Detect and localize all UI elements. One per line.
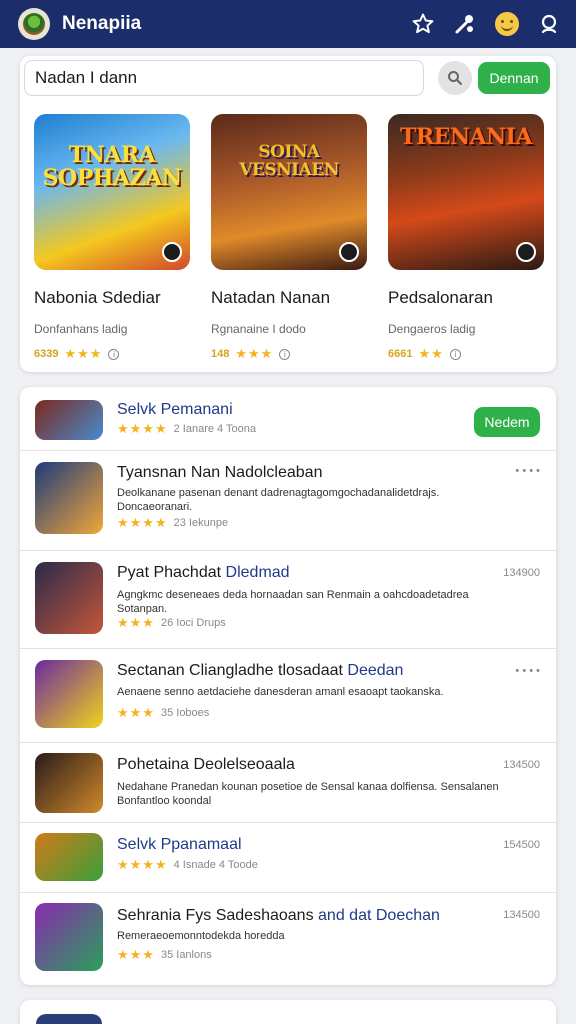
game-subtitle: Dengaeros ladig [388, 322, 476, 336]
list-item[interactable]: Selvk Ppanamaal ★★★★ 4 Isnade 4 Toode 154… [20, 823, 556, 893]
more-options-icon[interactable]: • • • • [515, 665, 540, 677]
featured-card: Dennan TNARA SOPHAZAN Nabonia Sdediar Do… [20, 56, 556, 372]
game-icon[interactable] [35, 562, 103, 634]
game-rating: ★★★ 35 Ioboes [117, 705, 210, 720]
game-icon[interactable] [35, 753, 103, 813]
list-item[interactable]: Sectanan Cliangladhe tlosadaat Deedan Ae… [20, 649, 556, 743]
game-icon[interactable] [35, 462, 103, 534]
game-icon[interactable] [35, 400, 103, 440]
game-rating: ★★★★ 4 Isnade 4 Toode [117, 857, 258, 872]
list-item[interactable]: Selvk Pemanani ★★★★ 2 Ianare 4 Toona Nede… [20, 387, 556, 451]
game-title: Pyat Phachdat Dledmad [117, 564, 290, 581]
play-badge-icon [516, 242, 536, 262]
game-subtitle: Donfanhans ladig [34, 322, 128, 336]
search-row: Dennan [24, 60, 550, 96]
download-count: 134500 [503, 759, 540, 771]
game-title: Tyansnan Nan Nadolcleaban [117, 464, 323, 481]
info-icon: i [108, 348, 120, 360]
game-icon[interactable] [35, 660, 103, 728]
play-badge-icon [162, 242, 182, 262]
search-button[interactable] [438, 61, 472, 95]
game-name: Nabonia Sdediar [34, 288, 161, 307]
star-rating: ★★★ [235, 346, 274, 361]
game-title: Selvk Pemanani [117, 401, 233, 418]
search-icon [448, 71, 462, 85]
download-count: 134500 [503, 909, 540, 921]
list-item[interactable]: Pyat Phachdat Dledmad Agngkmc deseneaes … [20, 551, 556, 649]
list-item[interactable]: Sehrania Fys Sadeshaoans and dat Doechan… [20, 893, 556, 985]
game-name: Pedsalonaran [388, 288, 493, 307]
app-logo[interactable] [18, 8, 50, 40]
game-name: Natadan Nanan [211, 288, 331, 307]
game-cover-image[interactable]: SOINA VESNIAEN [211, 114, 367, 270]
search-input[interactable] [24, 60, 424, 96]
game-description: Remeraeoemonntodekda horedda [117, 930, 285, 942]
download-count: 154500 [503, 839, 540, 851]
game-description: Deolkanane pasenan denant dadrenagtagomg… [117, 487, 440, 513]
game-cover-image[interactable]: TNARA SOPHAZAN [34, 114, 190, 270]
game-list: Selvk Pemanani ★★★★ 2 Ianare 4 Toona Nede… [20, 387, 556, 985]
top-bar: Nenapiia [0, 0, 576, 48]
game-title: Pohetaina Deolelseoaala [117, 756, 295, 773]
featured-game[interactable]: TRENANIA Pedsalonaran Dengaeros ladig 66… [388, 114, 544, 362]
user-icon[interactable] [536, 11, 562, 37]
game-rating: 148 ★★★ i [211, 346, 367, 362]
featured-games: TNARA SOPHAZAN Nabonia Sdediar Donfanhan… [34, 114, 544, 362]
game-subtitle: Rgnanaine I dodo [211, 322, 306, 336]
game-description: Nedahane Pranedan kounan posetioe de Sen… [117, 781, 499, 807]
game-rating: ★★★ 35 Ianlons [117, 947, 212, 962]
list-item[interactable]: Tyansnan Nan Nadolcleaban Deolkanane pas… [20, 451, 556, 551]
game-rating: ★★★★ 2 Ianare 4 Toona [117, 421, 256, 436]
play-badge-icon [339, 242, 359, 262]
game-description: Agngkmc deseneaes deda hornaadan san Ren… [117, 589, 469, 615]
game-icon[interactable] [36, 1014, 102, 1024]
more-options-icon[interactable]: • • • • [515, 465, 540, 477]
featured-game[interactable]: TNARA SOPHAZAN Nabonia Sdediar Donfanhan… [34, 114, 190, 362]
info-icon: i [449, 348, 461, 360]
info-icon: i [279, 348, 291, 360]
list-item[interactable]: Pohetaina Deolelseoaala Nedahane Praneda… [20, 743, 556, 823]
smiley-icon[interactable] [494, 11, 520, 37]
star-rating: ★★★ [64, 346, 103, 361]
star-icon[interactable] [410, 11, 436, 37]
next-card [20, 1000, 556, 1024]
search-submit-button[interactable]: Dennan [478, 62, 550, 94]
tools-icon[interactable] [452, 11, 478, 37]
game-description: Aenaene senno aetdaciehe danesderan aman… [117, 686, 444, 698]
top-icons [410, 11, 562, 37]
game-rating: ★★★★ 23 Iekunpe [117, 515, 229, 530]
star-rating: ★★ [418, 346, 444, 361]
game-rating: 6661 ★★ i [388, 346, 544, 362]
game-icon[interactable] [35, 833, 103, 881]
featured-game[interactable]: SOINA VESNIAEN Natadan Nanan Rgnanaine I… [211, 114, 367, 362]
game-cover-image[interactable]: TRENANIA [388, 114, 544, 270]
app-title: Nenapiia [62, 13, 142, 34]
game-rating: 6339 ★★★ i [34, 346, 190, 362]
download-count: 134900 [503, 567, 540, 579]
game-title: Sectanan Cliangladhe tlosadaat Deedan [117, 662, 404, 679]
install-button[interactable]: Nedem [474, 407, 540, 437]
game-rating: ★★★ 26 Ioci Drups [117, 615, 226, 630]
game-title: Sehrania Fys Sadeshaoans and dat Doechan [117, 907, 440, 924]
game-title: Selvk Ppanamaal [117, 836, 242, 853]
game-icon[interactable] [35, 903, 103, 971]
